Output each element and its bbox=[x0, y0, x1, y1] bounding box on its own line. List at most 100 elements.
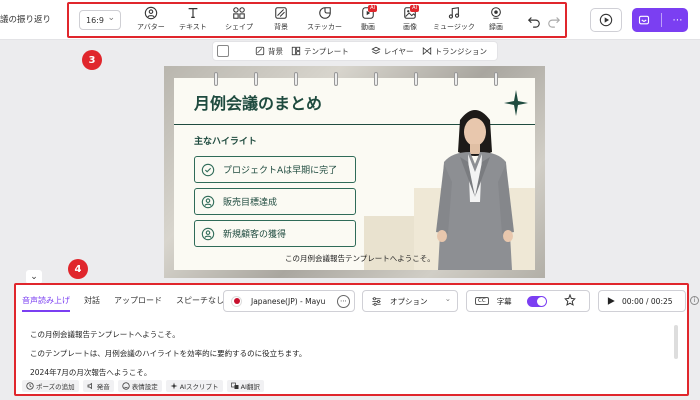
record-tool[interactable]: 録画 bbox=[489, 6, 503, 36]
image-tool[interactable]: AI 画像 bbox=[403, 5, 419, 36]
add-pause-label: ポーズの追加 bbox=[36, 383, 75, 391]
background-icon bbox=[255, 46, 265, 56]
play-circle-icon bbox=[599, 13, 613, 27]
avatar-tool[interactable]: アバター bbox=[137, 6, 165, 36]
ai-script-icon bbox=[170, 382, 178, 390]
script-line: この月例会議報告テンプレートへようこそ。 bbox=[30, 330, 180, 339]
ai-script-button[interactable]: AIスクリプト bbox=[165, 380, 223, 392]
voice-more-icon[interactable]: ⋯ bbox=[337, 294, 350, 308]
project-title[interactable]: 議の振り返り bbox=[0, 13, 51, 25]
binder-ring bbox=[494, 72, 498, 86]
layers-icon bbox=[371, 46, 381, 54]
tab-upload[interactable]: アップロード bbox=[114, 295, 162, 312]
voice-select[interactable]: Japanese(JP) - Mayu ⋯ bbox=[223, 290, 355, 312]
text-tool[interactable]: テキスト bbox=[179, 6, 207, 36]
export-button[interactable]: ⋯ bbox=[632, 8, 688, 32]
pronunciation-icon bbox=[87, 382, 92, 390]
sticker-icon bbox=[318, 7, 331, 19]
sliders-icon bbox=[372, 296, 381, 306]
avatar-icon bbox=[144, 6, 158, 20]
transition-button[interactable]: トランジション bbox=[422, 46, 488, 57]
template-icon bbox=[291, 46, 301, 56]
highlight-item[interactable]: プロジェクトAは早期に完了 bbox=[194, 156, 356, 183]
ai-script-label: AIスクリプト bbox=[179, 383, 219, 391]
chevron-down-icon: ⌄ bbox=[30, 272, 38, 282]
binder-ring bbox=[414, 72, 418, 86]
subtitle-toggle[interactable] bbox=[527, 296, 547, 307]
expression-button[interactable]: 表情設定 bbox=[117, 380, 162, 392]
aspect-ratio-value: 16:9 bbox=[86, 15, 104, 25]
japan-flag-icon bbox=[231, 295, 242, 307]
ai-translate-label: AI翻訳 bbox=[240, 383, 260, 391]
tab-dialogue[interactable]: 対話 bbox=[84, 295, 100, 312]
layer-label: レイヤー bbox=[383, 46, 414, 56]
avatar-tool-label: アバター bbox=[137, 23, 165, 31]
background-tool-label: 背景 bbox=[274, 23, 288, 31]
play-icon bbox=[607, 297, 615, 305]
tab-text-to-speech[interactable]: 音声読み上げ bbox=[22, 295, 70, 312]
user-circle-icon bbox=[201, 195, 215, 208]
pronunciation-label: 発音 bbox=[96, 383, 110, 391]
template-button[interactable]: テンプレート bbox=[291, 46, 349, 57]
music-tool[interactable]: ミュージック bbox=[433, 6, 475, 36]
slide-content: 月例会議のまとめ 主なハイライト プロジェクトAは早期に完了 販売目標達成 新規… bbox=[174, 72, 535, 270]
background-tool[interactable]: 背景 bbox=[274, 6, 288, 36]
step-badge-3: 3 bbox=[82, 50, 102, 70]
avatar-presenter[interactable] bbox=[430, 102, 520, 270]
highlight-item[interactable]: 新規顧客の獲得 bbox=[194, 220, 356, 247]
playback-time: 00:00 / 00:25 bbox=[622, 296, 673, 306]
options-select[interactable]: オプション ⌄ bbox=[362, 290, 458, 312]
slide-canvas[interactable]: 月例会議のまとめ 主なハイライト プロジェクトAは早期に完了 販売目標達成 新規… bbox=[164, 66, 545, 278]
script-editor[interactable]: この月例会議報告テンプレートへようこそ。 このテンプレートは、月例会議のハイライ… bbox=[30, 325, 306, 382]
audio-playback[interactable]: 00:00 / 00:25 i bbox=[598, 290, 699, 312]
aspect-ratio-select[interactable]: 16:9 ⌄ bbox=[79, 10, 121, 30]
highlight-item[interactable]: 販売目標達成 bbox=[194, 188, 356, 215]
undo-icon[interactable] bbox=[527, 14, 541, 28]
shape-tool[interactable]: シェイプ bbox=[225, 6, 253, 36]
ai-translate-button[interactable]: AI翻訳 bbox=[226, 380, 264, 392]
preview-play-button[interactable] bbox=[590, 8, 622, 32]
transition-label: トランジション bbox=[434, 46, 488, 56]
record-icon bbox=[491, 7, 501, 19]
binder-ring bbox=[374, 72, 378, 86]
transition-icon bbox=[422, 47, 431, 55]
export-icon bbox=[638, 15, 649, 25]
highlights-heading[interactable]: 主なハイライト bbox=[194, 134, 257, 147]
video-tool[interactable]: AI 動画 bbox=[361, 5, 377, 36]
redo-icon[interactable] bbox=[547, 14, 561, 28]
add-pause-button[interactable]: ポーズの追加 bbox=[22, 380, 79, 392]
binder-ring bbox=[214, 72, 218, 86]
script-line: このテンプレートは、月例会議のハイライトを効率的に要約するのに役立ちます。 bbox=[30, 349, 307, 358]
subtitle-label: 字幕 bbox=[496, 296, 512, 306]
shape-tool-label: シェイプ bbox=[225, 23, 253, 31]
layer-button[interactable]: レイヤー bbox=[371, 46, 414, 57]
info-icon[interactable]: i bbox=[690, 296, 699, 305]
animation-settings-icon[interactable] bbox=[563, 294, 577, 308]
background-icon bbox=[275, 7, 287, 19]
collapse-panel-button[interactable]: ⌄ bbox=[26, 270, 42, 284]
top-bar: 議の振り返り 16:9 ⌄ アバター テキスト シェイプ 背景 ステッカー AI bbox=[0, 0, 700, 40]
step-badge-4: 4 bbox=[68, 259, 88, 279]
script-scrollbar[interactable] bbox=[674, 325, 678, 359]
binder-ring bbox=[254, 72, 258, 86]
voice-name: Japanese(JP) - Mayu bbox=[251, 296, 326, 306]
sticker-tool[interactable]: ステッカー bbox=[307, 6, 342, 36]
expression-icon bbox=[122, 382, 130, 390]
pronunciation-button[interactable]: 発音 bbox=[82, 380, 114, 392]
more-options-icon[interactable]: ⋯ bbox=[673, 15, 683, 26]
translate-icon bbox=[230, 382, 239, 389]
pause-icon bbox=[26, 382, 34, 390]
canvas-background-button[interactable]: 背景 bbox=[255, 46, 283, 57]
music-icon bbox=[448, 7, 460, 19]
script-actions: ポーズの追加 発音 表情設定 AIスクリプト AI翻訳 bbox=[22, 380, 264, 392]
shape-icon bbox=[233, 7, 245, 19]
slide-title[interactable]: 月例会議のまとめ bbox=[194, 90, 322, 114]
binder-ring bbox=[294, 72, 298, 86]
tab-no-speech[interactable]: スピーチなし bbox=[176, 295, 224, 312]
video-tool-label: 動画 bbox=[361, 23, 375, 31]
select-checkbox[interactable] bbox=[217, 45, 229, 57]
subtitle-setting: CC 字幕 bbox=[466, 290, 590, 312]
binder-ring bbox=[334, 72, 338, 86]
voice-script-panel: 音声読み上げ 対話 アップロード スピーチなし Japanese(JP) - M… bbox=[14, 283, 699, 396]
closed-caption-icon: CC bbox=[475, 297, 489, 305]
